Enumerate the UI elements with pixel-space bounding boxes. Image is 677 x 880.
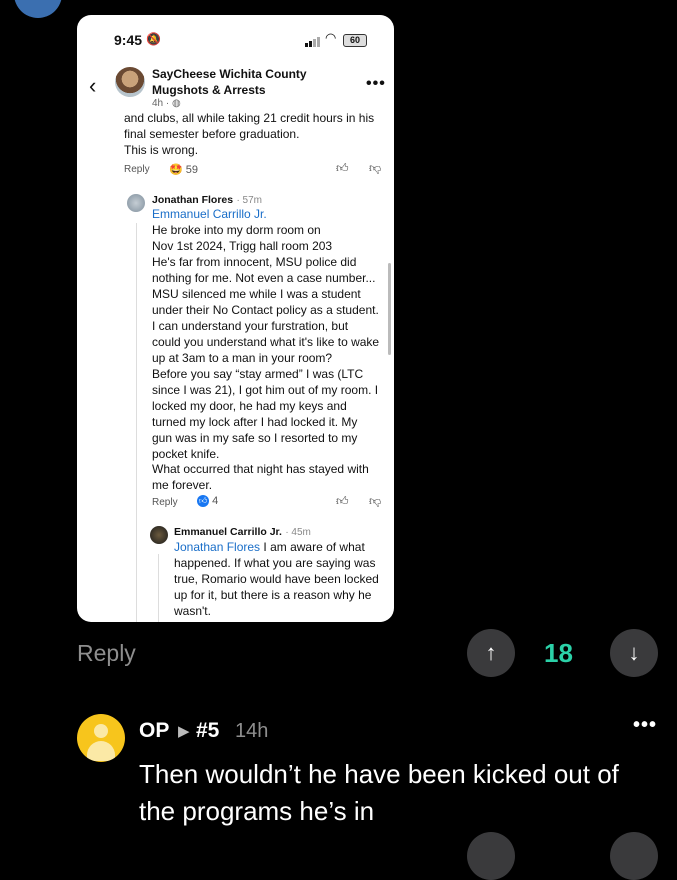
mention-link[interactable]: Jonathan Flores — [174, 540, 260, 554]
more-options-icon[interactable]: ••• — [366, 75, 386, 93]
battery-icon: 60 — [343, 34, 367, 47]
comment-text-line: final semester before graduation. — [124, 127, 300, 141]
op-comment-text: Then wouldn’t he have been kicked out of… — [139, 759, 619, 826]
partial-button[interactable] — [610, 832, 658, 880]
partial-avatar — [14, 0, 62, 18]
reply-text-line: He's far from innocent, MSU police did — [152, 255, 357, 269]
reply-text-line: I can understand your furstration, but — [152, 319, 349, 333]
upvote-arrow-icon[interactable]: ↑ — [467, 629, 515, 677]
reply-text-line: MSU silenced me while I was a student — [152, 287, 361, 301]
back-chevron-icon[interactable]: ‹ — [89, 73, 96, 99]
dislike-icon[interactable]: 👎︎ — [369, 494, 381, 509]
reply-text-line: Nov 1st 2024, Trigg hall room 203 — [152, 239, 333, 253]
phone-status-bar: 9:45 🔕 ◠ 60 — [77, 15, 394, 63]
reply-text-line: gun was in my safe so I resorted to my — [152, 431, 358, 445]
reply-text-line: Before you say “stay armed” I was (LTC — [152, 367, 364, 381]
nested-text-line: wasn't. — [174, 604, 211, 618]
reply-text-line: could you understand what it's like to w… — [152, 335, 380, 349]
reaction-summary[interactable]: 👍︎ 4 — [197, 495, 218, 508]
comment-text-line: This is wrong. — [124, 143, 199, 157]
thread-reference[interactable]: #5 — [196, 719, 219, 743]
commenter-name[interactable]: Jonathan Flores — [152, 194, 233, 206]
comment-text-line: and clubs, all while taking 21 credit ho… — [124, 111, 375, 125]
reply-text-line: He broke into my dorm room on — [152, 223, 321, 237]
globe-icon: ◍ — [172, 98, 181, 109]
mention-link[interactable]: Emmanuel Carrillo Jr. — [152, 207, 267, 223]
reply-arrow-icon: ▶ — [178, 723, 190, 740]
reply-text-line: pocket knife. — [152, 447, 220, 461]
reaction-summary[interactable]: 🤩 59 — [169, 163, 198, 176]
downvote-arrow-icon[interactable]: ↓ — [610, 629, 658, 677]
reply-text-line: What occurred that night has stayed with — [152, 462, 369, 476]
page-avatar[interactable] — [115, 67, 145, 97]
reply-text-line: turned my lock after I had locked it. My — [152, 415, 358, 429]
reply-text-line: under their No Contact policy as a stude… — [152, 303, 379, 317]
reply-text-line: since I was 21), I got him out of my roo… — [152, 383, 379, 397]
reply-link[interactable]: Reply — [124, 164, 150, 175]
op-author[interactable]: OP — [139, 719, 169, 743]
reply-link[interactable]: Reply — [152, 497, 178, 508]
thread-line — [136, 223, 137, 622]
signal-icon — [305, 37, 320, 47]
like-reaction-icon: 👍︎ — [197, 495, 209, 508]
comment-time: · 45m — [285, 527, 311, 538]
reply-text-line: nothing for me. Not even a case number..… — [152, 271, 376, 285]
wow-reaction-icon: 🤩 — [169, 164, 183, 176]
silent-bell-icon: 🔕 — [146, 32, 161, 46]
nested-text-line: true, Romario would have been locked — [174, 572, 379, 586]
post-header: ‹ SayCheese Wichita County Mugshots & Ar… — [77, 63, 394, 115]
vote-count: 18 — [544, 638, 573, 668]
commenter-avatar[interactable] — [150, 526, 168, 544]
commenter-avatar[interactable] — [127, 194, 145, 212]
nested-text-line: happened. If what you are saying was — [174, 556, 376, 570]
wifi-icon: ◠ — [325, 30, 337, 45]
thread-line — [158, 554, 159, 622]
commenter-name[interactable]: Emmanuel Carrillo Jr. — [174, 526, 282, 538]
dislike-icon[interactable]: 👎︎ — [369, 161, 381, 176]
page-title[interactable]: SayCheese Wichita County Mugshots & Arre… — [152, 66, 332, 98]
post-age: 4h · ◍ — [152, 98, 181, 109]
reply-text-line: up at 3am to a man in your room? — [152, 351, 333, 365]
nested-text-line: Jonathan Flores I am aware of what — [174, 540, 365, 554]
user-silhouette-icon — [94, 724, 108, 738]
nested-text-line: up for it, but there is a reason why he — [174, 588, 372, 602]
comment-time: · 57m — [236, 195, 263, 206]
op-avatar[interactable] — [77, 714, 125, 762]
like-icon[interactable]: 👍︎ — [336, 494, 349, 509]
comment-age: 14h — [235, 720, 269, 742]
reply-text-line: me forever. — [152, 478, 213, 492]
reply-text-line: locked my door, he had my keys and — [152, 399, 347, 413]
like-icon[interactable]: 👍︎ — [336, 161, 349, 176]
status-time: 9:45 — [114, 32, 143, 48]
scrollbar[interactable] — [388, 263, 391, 355]
more-options-icon[interactable]: ••• — [633, 714, 657, 737]
reply-button[interactable]: Reply — [77, 640, 136, 667]
partial-button[interactable] — [467, 832, 515, 880]
embedded-screenshot: 9:45 🔕 ◠ 60 ‹ SayCheese Wichita County M… — [77, 15, 394, 622]
